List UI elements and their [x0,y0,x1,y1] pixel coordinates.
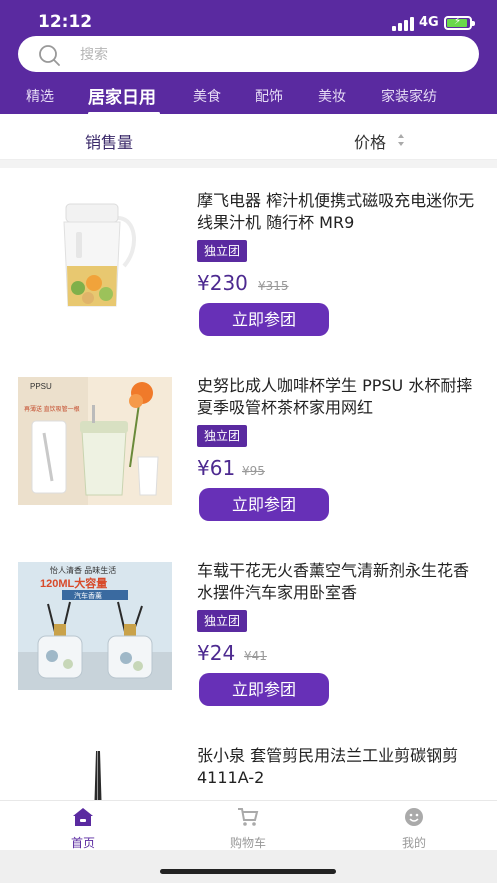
search-bar[interactable]: 搜索 [18,36,479,72]
join-group-button[interactable]: 立即参团 [199,673,329,706]
nav-profile[interactable]: 我的 [379,807,449,851]
sort-by-sales[interactable]: 销售量 [85,129,133,153]
nav-profile-label: 我的 [401,836,426,850]
status-time: 12:12 [38,12,93,32]
search-placeholder: 搜索 [80,47,108,63]
active-tab-indicator [88,112,160,115]
home-indicator-area [0,850,497,883]
tab-beauty[interactable]: 美妆 [318,86,346,106]
home-icon [73,808,93,826]
join-group-button[interactable]: 立即参团 [199,488,329,521]
status-bar: 12:12 4G ⚡ [0,0,497,40]
product-title[interactable]: 车载干花无火香薰空气清新剂永生花香水摆件汽车家用卧室香 [197,560,482,604]
product-list: 摩飞电器 榨汁机便携式磁吸充电迷你无线果汁机 随行杯 MR9 独立团 ¥230 … [0,168,497,800]
product-image-juicer[interactable] [18,188,172,316]
tab-featured[interactable]: 精选 [26,86,54,106]
product-price: ¥24 [197,641,236,665]
cart-icon [238,808,259,826]
image-text-note: 再薄送 直饮吸管一根 [24,405,80,413]
sort-by-price[interactable]: 价格 [354,129,386,153]
group-badge: 独立团 [197,425,248,447]
sort-arrows-icon[interactable] [397,133,405,147]
product-image-cup[interactable]: PPSU 再薄送 直饮吸管一根 [18,377,172,505]
product-price: ¥61 [197,456,236,480]
product-image-scissors[interactable] [18,747,172,800]
tab-home-goods[interactable]: 居家日用 [88,83,156,108]
tab-home-textiles[interactable]: 家装家纺 [381,86,437,106]
nav-cart[interactable]: 购物车 [213,807,283,851]
image-text-top: 怡人清香 品味生活 [50,565,116,575]
original-price: ¥41 [244,649,267,663]
section-divider [0,160,497,168]
nav-cart-label: 购物车 [229,836,266,850]
signal-icon [392,17,414,31]
product-price: ¥230 [197,271,248,295]
search-icon [39,45,60,66]
smiley-icon [405,808,423,826]
product-image-diffuser[interactable]: 怡人清香 品味生活 120ML大容量 汽车香薰 [18,562,172,690]
group-badge: 独立团 [197,610,248,632]
original-price: ¥95 [242,464,265,478]
nav-home-label: 首页 [70,836,95,850]
group-badge: 独立团 [197,240,248,262]
app-header: 12:12 4G ⚡ 搜索 精选 居家日用 美食 配饰 美妆 家装家纺 [0,0,497,115]
product-title[interactable]: 张小泉 套管剪民用法兰工业剪碳钢剪 4111A-2 [197,745,482,789]
tab-accessories[interactable]: 配饰 [255,86,283,106]
product-title[interactable]: 史努比成人咖啡杯学生 PPSU 水杯耐摔夏季吸管杯茶杯家用网红 [197,375,482,419]
original-price: ¥315 [258,279,289,293]
product-card[interactable]: 怡人清香 品味生活 120ML大容量 汽车香薰 车载干花无火香薰空气清新剂永生花… [0,538,497,723]
product-title[interactable]: 摩飞电器 榨汁机便携式磁吸充电迷你无线果汁机 随行杯 MR9 [197,190,482,234]
category-tabs: 精选 居家日用 美食 配饰 美妆 家装家纺 [0,80,497,115]
tab-food[interactable]: 美食 [193,86,221,106]
join-group-button[interactable]: 立即参团 [199,303,329,336]
battery-icon: ⚡ [444,16,475,30]
nav-home[interactable]: 首页 [48,807,118,851]
home-indicator[interactable] [160,869,336,874]
image-text-capacity: 120ML大容量 [40,576,107,590]
product-card[interactable]: 张小泉 套管剪民用法兰工业剪碳钢剪 4111A-2 [0,723,497,800]
product-card[interactable]: 摩飞电器 榨汁机便携式磁吸充电迷你无线果汁机 随行杯 MR9 独立团 ¥230 … [0,168,497,353]
image-text-brand: PPSU [30,382,52,391]
sort-bar: 销售量 价格 [0,118,497,160]
bottom-nav: 首页 购物车 我的 [0,800,497,850]
image-text-ribbon: 汽车香薰 [74,591,102,600]
product-card[interactable]: PPSU 再薄送 直饮吸管一根 史努比成人咖啡杯学生 PPSU 水杯耐摔夏季吸管… [0,353,497,538]
network-type: 4G [419,15,439,30]
